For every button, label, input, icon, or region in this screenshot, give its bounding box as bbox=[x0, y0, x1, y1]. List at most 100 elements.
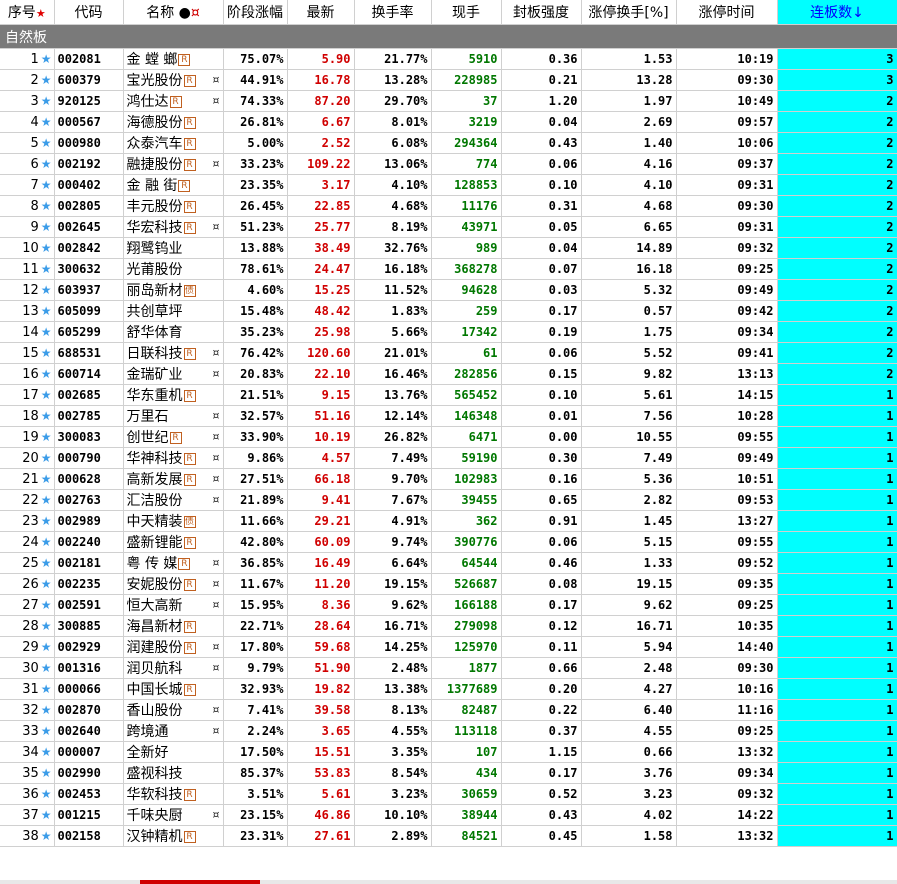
stock-name[interactable]: 中天精装债 bbox=[123, 510, 224, 532]
table-row[interactable]: 6 ★ 002192 融捷股份 R ¤ 33.23% 109.22 13.06% 774 0.06 4… bbox=[0, 153, 897, 175]
favorite-star-icon[interactable]: ★ bbox=[41, 661, 52, 675]
stock-name[interactable]: 翔鹭钨业 bbox=[123, 237, 224, 259]
table-row[interactable]: 10 ★ 002842 翔鹭钨业 13.88% 38.49 32.76% 989 0.04 14.… bbox=[0, 237, 897, 259]
stock-name[interactable]: 万里石 ¤ bbox=[123, 405, 224, 427]
stock-name[interactable]: 中国长城 R bbox=[123, 678, 224, 700]
stock-name[interactable]: 华宏科技 R ¤ bbox=[123, 216, 224, 238]
header-turnover[interactable]: 换手率 bbox=[354, 0, 432, 25]
table-row[interactable]: 30 ★ 001316 润贝航科 ¤ 9.79% 51.90 2.48% 1877 0.66 2.4… bbox=[0, 657, 897, 679]
favorite-star-icon[interactable]: ★ bbox=[41, 262, 52, 276]
table-row[interactable]: 2 ★ 600379 宝光股份 R ¤ 44.91% 16.78 13.28% 228985 0.2… bbox=[0, 69, 897, 91]
stock-name[interactable]: 融捷股份 R ¤ bbox=[123, 153, 224, 175]
header-seal[interactable]: 封板强度 bbox=[501, 0, 582, 25]
stock-name[interactable]: 汉钟精机 R bbox=[123, 825, 224, 847]
stock-name[interactable]: 丰元股份 R bbox=[123, 195, 224, 217]
favorite-star-icon[interactable]: ★ bbox=[41, 304, 52, 318]
header-vol[interactable]: 现手 bbox=[431, 0, 502, 25]
favorite-star-icon[interactable]: ★ bbox=[41, 430, 52, 444]
favorite-star-icon[interactable]: ★ bbox=[41, 682, 52, 696]
table-row[interactable]: 37 ★ 001215 千味央厨 ¤ 23.15% 46.86 10.10% 38944 0.43… bbox=[0, 804, 897, 826]
favorite-star-icon[interactable]: ★ bbox=[41, 157, 52, 171]
favorite-star-icon[interactable]: ★ bbox=[41, 52, 52, 66]
favorite-star-icon[interactable]: ★ bbox=[41, 73, 52, 87]
table-row[interactable]: 33 ★ 002640 跨境通 ¤ 2.24% 3.65 4.55% 113118 0.37 4.5… bbox=[0, 720, 897, 742]
favorite-star-icon[interactable]: ★ bbox=[41, 829, 52, 843]
favorite-star-icon[interactable]: ★ bbox=[41, 199, 52, 213]
stock-name[interactable]: 千味央厨 ¤ bbox=[123, 804, 224, 826]
table-row[interactable]: 24 ★ 002240 盛新锂能 R 42.80% 60.09 9.74% 390776 0.06… bbox=[0, 531, 897, 553]
table-row[interactable]: 31 ★ 000066 中国长城 R 32.93% 19.82 13.38% 1377689 0.… bbox=[0, 678, 897, 700]
table-row[interactable]: 28 ★ 300885 海昌新材 R 22.71% 28.64 16.71% 279098 0.1… bbox=[0, 615, 897, 637]
table-row[interactable]: 17 ★ 002685 华东重机 R 21.51% 9.15 13.76% 565452 0.10… bbox=[0, 384, 897, 406]
table-row[interactable]: 1 ★ 002081 金 螳 螂 R 75.07% 5.90 21.77% 5910 0.36 1.… bbox=[0, 48, 897, 70]
stock-name[interactable]: 跨境通 ¤ bbox=[123, 720, 224, 742]
favorite-star-icon[interactable]: ★ bbox=[41, 577, 52, 591]
favorite-star-icon[interactable]: ★ bbox=[41, 94, 52, 108]
table-row[interactable]: 34 ★ 000007 全新好 17.50% 15.51 3.35% 107 1.15 0.66 1… bbox=[0, 741, 897, 763]
favorite-star-icon[interactable]: ★ bbox=[41, 220, 52, 234]
header-change[interactable]: 阶段涨幅 bbox=[223, 0, 288, 25]
favorite-star-icon[interactable]: ★ bbox=[41, 178, 52, 192]
favorite-star-icon[interactable]: ★ bbox=[41, 766, 52, 780]
favorite-star-icon[interactable]: ★ bbox=[41, 346, 52, 360]
stock-name[interactable]: 日联科技 R ¤ bbox=[123, 342, 224, 364]
stock-name[interactable]: 华神科技 R ¤ bbox=[123, 447, 224, 469]
table-row[interactable]: 22 ★ 002763 汇洁股份 ¤ 21.89% 9.41 7.67% 39455 0.65 2.… bbox=[0, 489, 897, 511]
favorite-star-icon[interactable]: ★ bbox=[41, 472, 52, 486]
table-row[interactable]: 35 ★ 002990 盛视科技 85.37% 53.83 8.54% 434 0.17 3.76… bbox=[0, 762, 897, 784]
table-row[interactable]: 23 ★ 002989 中天精装债 11.66% 29.21 4.91% 362 0.91 1.4… bbox=[0, 510, 897, 532]
header-limit-time[interactable]: 涨停时间 bbox=[676, 0, 778, 25]
header-limit-turnover[interactable]: 涨停换手[%] bbox=[581, 0, 677, 25]
stock-name[interactable]: 海德股份 R bbox=[123, 111, 224, 133]
favorite-star-icon[interactable]: ★ bbox=[41, 493, 52, 507]
stock-name[interactable]: 金瑞矿业 ¤ bbox=[123, 363, 224, 385]
table-row[interactable]: 29 ★ 002929 润建股份 R ¤ 17.80% 59.68 14.25% 125970 0.… bbox=[0, 636, 897, 658]
stock-name[interactable]: 创世纪 R ¤ bbox=[123, 426, 224, 448]
table-row[interactable]: 14 ★ 605299 舒华体育 35.23% 25.98 5.66% 17342 0.19 1.… bbox=[0, 321, 897, 343]
stock-name[interactable]: 粤 传 媒 R ¤ bbox=[123, 552, 224, 574]
favorite-star-icon[interactable]: ★ bbox=[41, 535, 52, 549]
favorite-star-icon[interactable]: ★ bbox=[41, 367, 52, 381]
table-row[interactable]: 20 ★ 000790 华神科技 R ¤ 9.86% 4.57 7.49% 59190 0.30 7.… bbox=[0, 447, 897, 469]
stock-name[interactable]: 全新好 bbox=[123, 741, 224, 763]
favorite-star-icon[interactable]: ★ bbox=[41, 514, 52, 528]
header-name[interactable]: 名称 ●¤ bbox=[123, 0, 224, 25]
table-row[interactable]: 8 ★ 002805 丰元股份 R 26.45% 22.85 4.68% 11176 0.31 4.… bbox=[0, 195, 897, 217]
favorite-star-icon[interactable]: ★ bbox=[41, 619, 52, 633]
stock-name[interactable]: 高新发展 R ¤ bbox=[123, 468, 224, 490]
stock-name[interactable]: 鸿仕达 R ¤ bbox=[123, 90, 224, 112]
header-streak-sorted[interactable]: 连板数↓ bbox=[777, 0, 897, 25]
favorite-star-icon[interactable]: ★ bbox=[41, 640, 52, 654]
table-row[interactable]: 15 ★ 688531 日联科技 R ¤ 76.42% 120.60 21.01% 61 0.06 5… bbox=[0, 342, 897, 364]
stock-name[interactable]: 华软科技 R bbox=[123, 783, 224, 805]
favorite-star-icon[interactable]: ★ bbox=[41, 703, 52, 717]
stock-name[interactable]: 香山股份 ¤ bbox=[123, 699, 224, 721]
favorite-star-icon[interactable]: ★ bbox=[41, 283, 52, 297]
favorite-star-icon[interactable]: ★ bbox=[41, 451, 52, 465]
stock-name[interactable]: 盛新锂能 R bbox=[123, 531, 224, 553]
stock-name[interactable]: 光莆股份 bbox=[123, 258, 224, 280]
stock-name[interactable]: 丽岛新材债 bbox=[123, 279, 224, 301]
table-row[interactable]: 32 ★ 002870 香山股份 ¤ 7.41% 39.58 8.13% 82487 0.22 6.… bbox=[0, 699, 897, 721]
stock-name[interactable]: 安妮股份 R ¤ bbox=[123, 573, 224, 595]
table-row[interactable]: 12 ★ 603937 丽岛新材债 4.60% 15.25 11.52% 94628 0.03 5… bbox=[0, 279, 897, 301]
stock-name[interactable]: 华东重机 R bbox=[123, 384, 224, 406]
stock-name[interactable]: 汇洁股份 ¤ bbox=[123, 489, 224, 511]
favorite-star-icon[interactable]: ★ bbox=[41, 724, 52, 738]
stock-name[interactable]: 金 螳 螂R bbox=[123, 48, 224, 70]
header-idx[interactable]: 序号★ bbox=[0, 0, 55, 25]
header-code[interactable]: 代码 bbox=[54, 0, 124, 25]
table-row[interactable]: 13 ★ 605099 共创草坪 15.48% 48.42 1.83% 259 0.17 0.57… bbox=[0, 300, 897, 322]
stock-name[interactable]: 盛视科技 bbox=[123, 762, 224, 784]
favorite-star-icon[interactable]: ★ bbox=[41, 808, 52, 822]
stock-name[interactable]: 润贝航科 ¤ bbox=[123, 657, 224, 679]
table-row[interactable]: 9 ★ 002645 华宏科技 R ¤ 51.23% 25.77 8.19% 43971 0.05 6… bbox=[0, 216, 897, 238]
table-row[interactable]: 19 ★ 300083 创世纪 R ¤ 33.90% 10.19 26.82% 6471 0.00 1… bbox=[0, 426, 897, 448]
horizontal-scrollbar[interactable] bbox=[0, 880, 897, 884]
stock-name[interactable]: 润建股份 R ¤ bbox=[123, 636, 224, 658]
stock-name[interactable]: 舒华体育 bbox=[123, 321, 224, 343]
table-row[interactable]: 5 ★ 000980 众泰汽车 R 5.00% 2.52 6.08% 294364 0.43 1.4… bbox=[0, 132, 897, 154]
table-row[interactable]: 3 ★ 920125 鸿仕达 R ¤ 74.33% 87.20 29.70% 37 1.20 1.97… bbox=[0, 90, 897, 112]
header-price[interactable]: 最新 bbox=[287, 0, 355, 25]
table-row[interactable]: 26 ★ 002235 安妮股份 R ¤ 11.67% 11.20 19.15% 526687 0.… bbox=[0, 573, 897, 595]
